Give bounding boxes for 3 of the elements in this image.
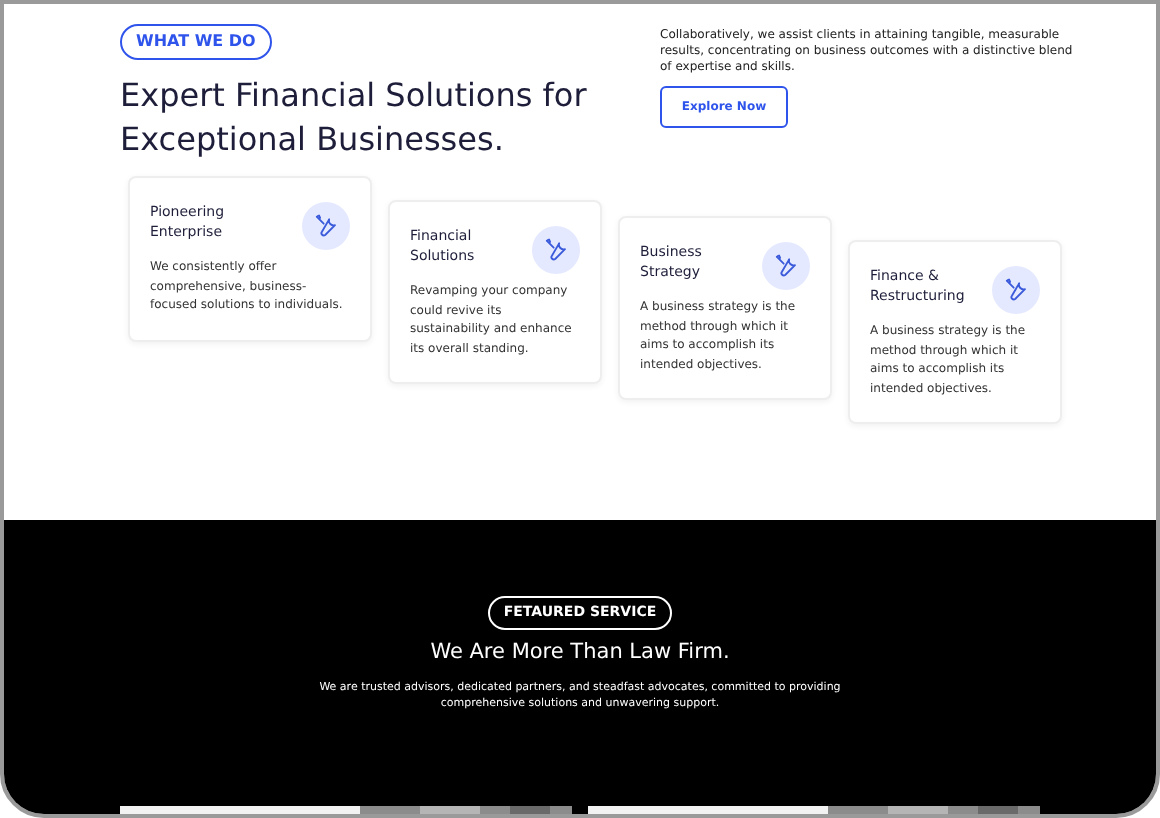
featured-heading: We Are More Than Law Firm. (430, 637, 730, 667)
section-heading: Expert Financial Solutions for Exceptional Businesses. (120, 74, 589, 162)
section-badge: WHAT WE DO (120, 24, 272, 60)
